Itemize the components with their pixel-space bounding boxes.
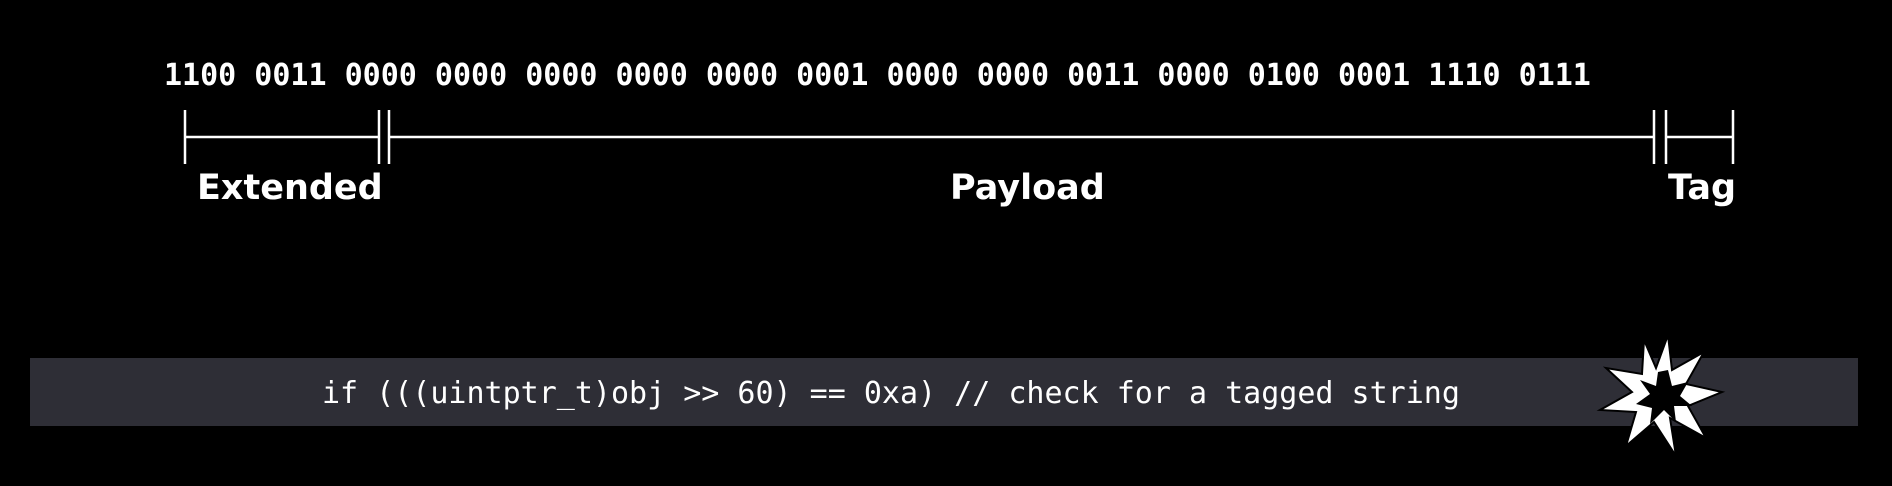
code-line: if (((uintptr_t)obj >> 60) == 0xa) // ch… [322,376,1460,411]
payload-label: Payload [950,168,1105,208]
explosion-burst-icon [1596,334,1726,457]
tag-label: Tag [1668,168,1737,208]
extended-label: Extended [197,168,383,208]
